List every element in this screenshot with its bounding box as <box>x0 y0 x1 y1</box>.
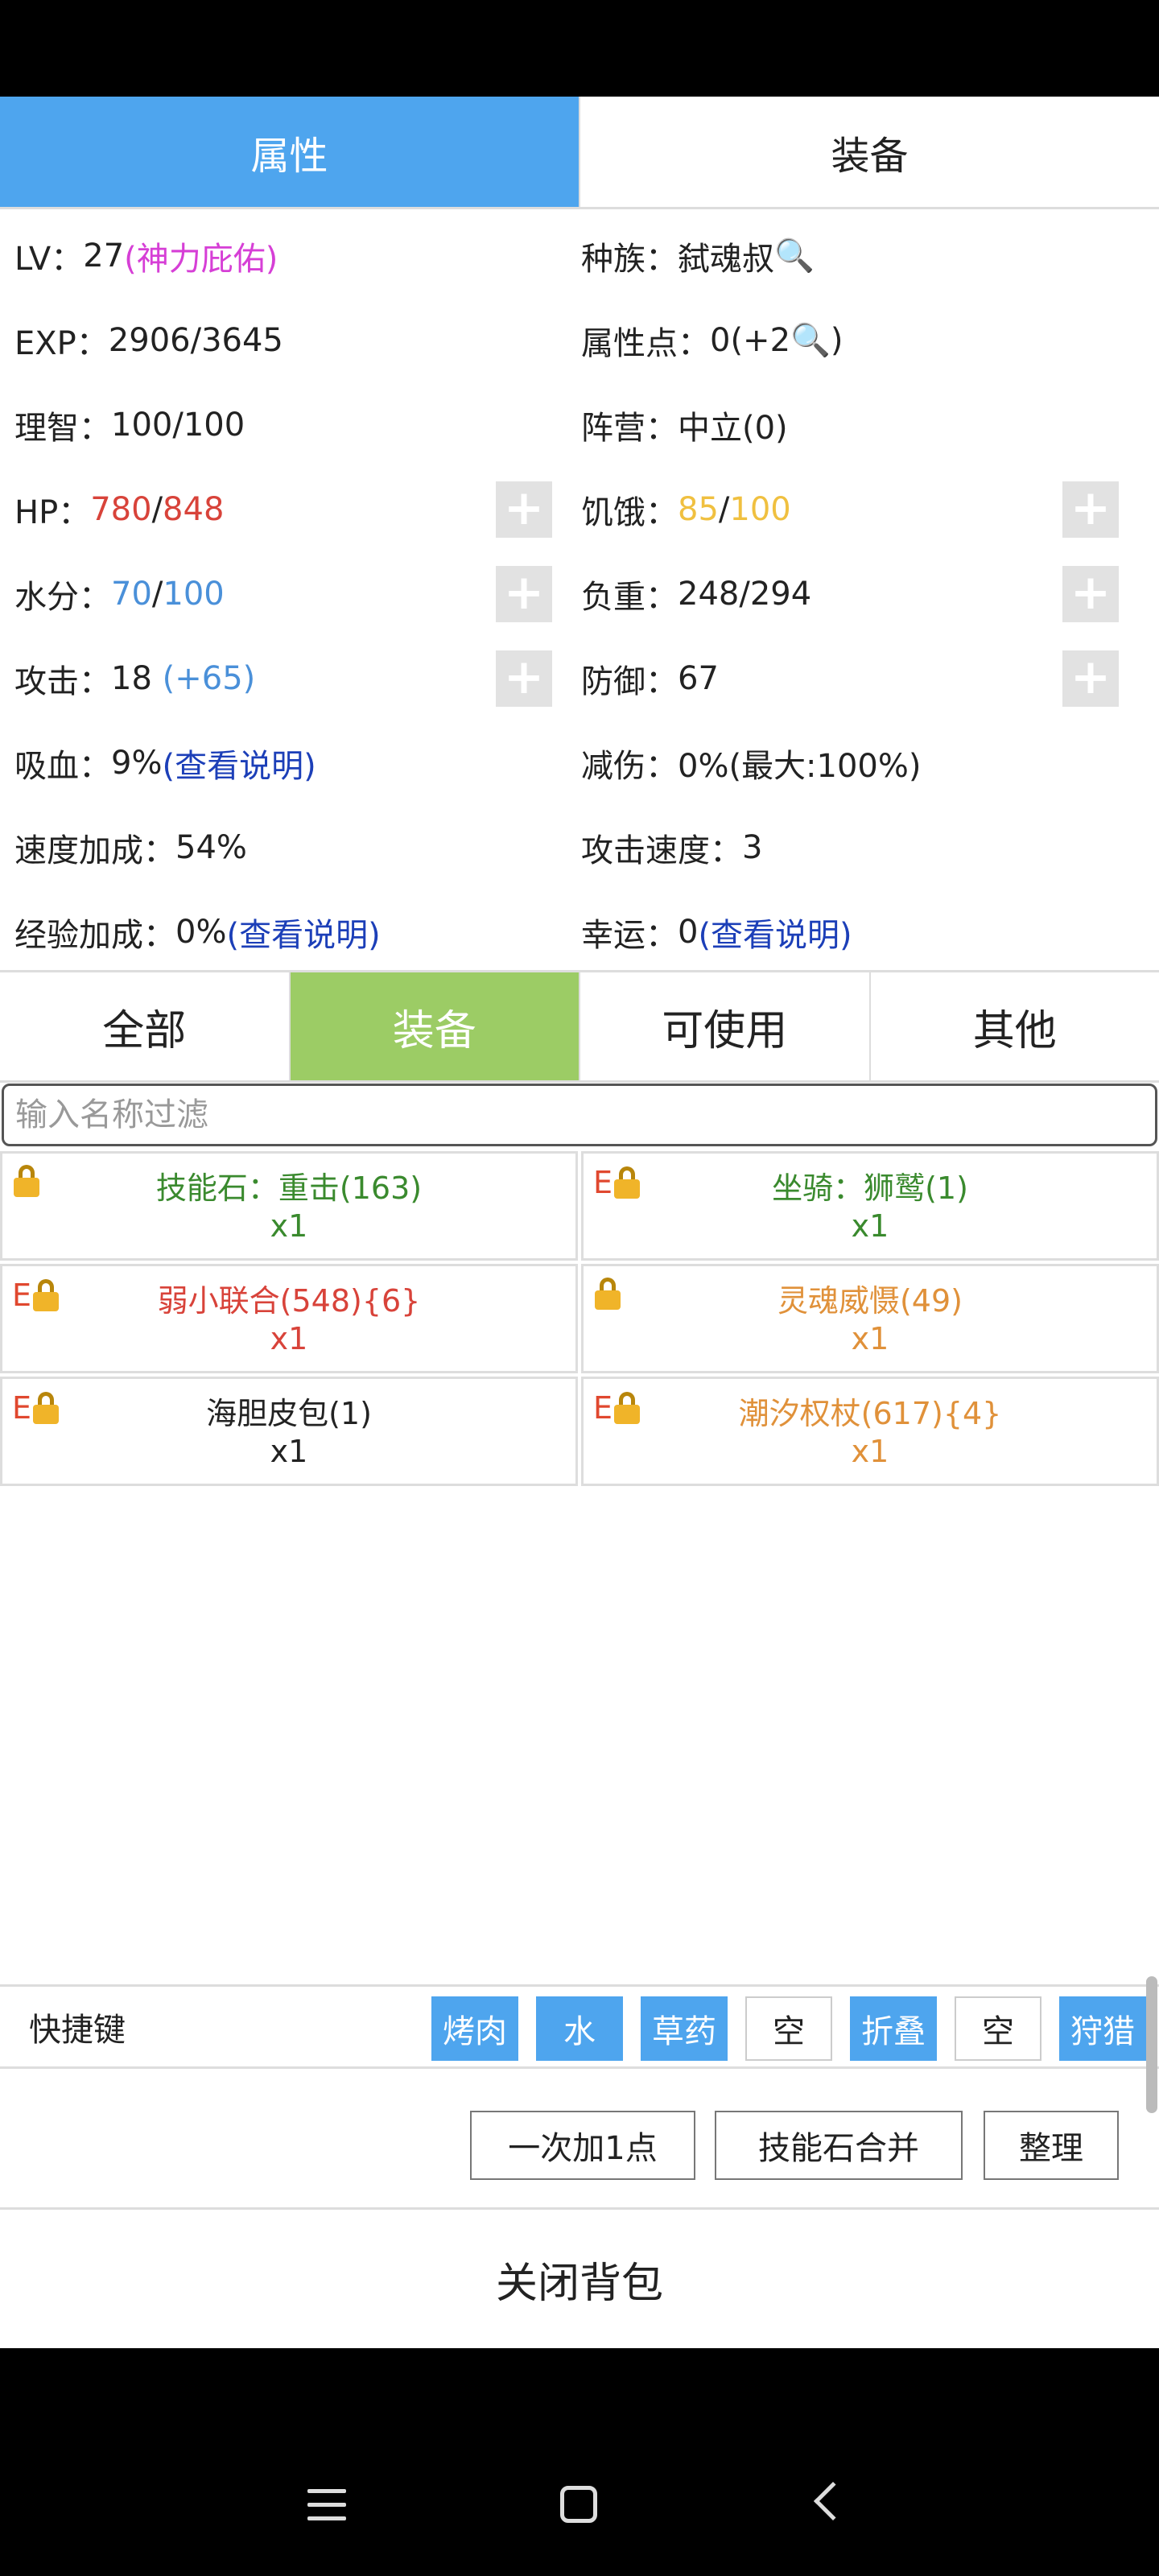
shortcut-key[interactable]: 烤肉 <box>431 1996 518 2061</box>
item-slot[interactable]: E 潮汐权杖(617){4} x1 <box>581 1377 1159 1486</box>
magnifier-icon[interactable]: 🔍 <box>790 321 831 359</box>
scrollbar[interactable] <box>1146 1976 1157 2113</box>
item-slot[interactable]: E 坐骑：狮鹫(1) x1 <box>581 1151 1159 1261</box>
item-slot[interactable]: 灵魂威慑(49) x1 <box>581 1264 1159 1373</box>
shortcut-bar: 快捷键 烤肉 水 草药 空 折叠 空 狩猎 <box>0 1984 1159 2069</box>
top-tabs: 属性 装备 <box>0 97 1159 209</box>
item-name: 弱小联合(548){6} <box>157 1283 421 1319</box>
shortcut-key[interactable]: 折叠 <box>850 1996 937 2061</box>
stat-damage-reduction: 减伤： 0%(最大:100%) <box>581 747 922 785</box>
water-plus-button[interactable]: + <box>496 566 552 622</box>
stat-exp-bonus: 经验加成： 0% (查看说明) <box>14 890 562 974</box>
home-icon[interactable] <box>560 2486 597 2523</box>
item-quantity: x1 <box>270 1208 308 1244</box>
shortcut-key[interactable]: 空 <box>955 1996 1041 2061</box>
stat-attack-speed: 攻击速度： 3 <box>581 828 763 869</box>
item-name: 海胆皮包(1) <box>206 1396 372 1431</box>
stat-race: 种族： 弑魂叔 🔍 <box>581 237 815 278</box>
action-bar: 一次加1点 技能石合并 整理 <box>0 2069 1159 2210</box>
item-quantity: x1 <box>851 1321 889 1356</box>
system-nav-bar <box>0 2439 1159 2576</box>
attack-plus-button[interactable]: + <box>496 650 552 707</box>
shortcut-key[interactable]: 水 <box>536 1996 623 2061</box>
stat-luck: 幸运： 0 (查看说明) <box>581 890 1145 974</box>
stats-panel: LV： 27 (神力庇佑) 种族： 弑魂叔 🔍 EXP： 2906/3645 属性点： 0… <box>0 213 1159 974</box>
load-plus-button[interactable]: + <box>1062 566 1119 622</box>
stat-exp: EXP： 2906/3645 <box>14 321 283 362</box>
item-slot[interactable]: E 弱小联合(548){6} x1 <box>0 1264 578 1373</box>
back-icon[interactable] <box>813 2481 853 2521</box>
item-name: 坐骑：狮鹫(1) <box>772 1170 968 1206</box>
item-quantity: x1 <box>851 1208 889 1244</box>
item-quantity: x1 <box>270 1434 308 1469</box>
stat-speed-bonus: 速度加成： 54% <box>14 828 247 869</box>
tab-all[interactable]: 全部 <box>0 972 289 1080</box>
exp-bonus-info-link[interactable]: (查看说明) <box>226 909 380 956</box>
item-name: 技能石：重击(163) <box>155 1170 423 1206</box>
category-tabs: 全部 装备 可使用 其他 <box>0 970 1159 1083</box>
stat-hp: HP： 780/848 <box>14 490 225 531</box>
shortcut-key[interactable]: 空 <box>745 1996 832 2061</box>
stat-level: LV： 27 (神力庇佑) <box>14 237 278 278</box>
stat-load: 负重： 248/294 <box>581 575 812 616</box>
item-name: 潮汐权杖(617){4} <box>738 1396 1002 1431</box>
merge-skill-stones-button[interactable]: 技能石合并 <box>715 2111 963 2180</box>
sort-button[interactable]: 整理 <box>984 2111 1119 2180</box>
item-slot[interactable]: E 海胆皮包(1) x1 <box>0 1377 578 1486</box>
item-slot[interactable]: 技能石：重击(163) x1 <box>0 1151 578 1261</box>
magnifier-icon[interactable]: 🔍 <box>774 237 815 275</box>
defense-plus-button[interactable]: + <box>1062 650 1119 707</box>
stat-camp: 阵营： 中立(0) <box>581 409 788 447</box>
tab-attributes[interactable]: 属性 <box>0 97 579 207</box>
menu-icon[interactable] <box>307 2489 346 2521</box>
stat-lifesteal: 吸血： 9% (查看说明) <box>14 720 562 805</box>
stat-sanity: 理智： 100/100 <box>14 406 245 447</box>
shortcut-label: 快捷键 <box>29 2012 126 2049</box>
tab-equipment[interactable]: 装备 <box>579 97 1159 207</box>
stat-attack: 攻击： 18 (+65) <box>14 659 256 700</box>
hunger-plus-button[interactable]: + <box>1062 481 1119 538</box>
add-one-point-button[interactable]: 一次加1点 <box>470 2111 695 2180</box>
stat-points: 属性点： 0(+2 🔍) <box>581 321 843 362</box>
item-quantity: x1 <box>851 1434 889 1469</box>
stat-defense: 防御： 67 <box>581 659 719 700</box>
stat-hunger: 饥饿： 85/100 <box>581 490 791 531</box>
shortcut-key[interactable]: 狩猎 <box>1059 1996 1146 2061</box>
luck-info-link[interactable]: (查看说明) <box>698 909 852 956</box>
tab-other[interactable]: 其他 <box>868 972 1159 1080</box>
tab-equip[interactable]: 装备 <box>288 972 579 1080</box>
tab-usable[interactable]: 可使用 <box>579 972 869 1080</box>
close-backpack-button[interactable]: 关闭背包 <box>0 2210 1159 2348</box>
shortcut-key[interactable]: 草药 <box>641 1996 728 2061</box>
name-filter-input[interactable] <box>2 1084 1157 1146</box>
lifesteal-info-link[interactable]: (查看说明) <box>162 740 316 786</box>
backpack-panel: 属性 装备 LV： 27 (神力庇佑) 种族： 弑魂叔 🔍 EXP： 2906/3645… <box>0 97 1159 2348</box>
item-name: 灵魂威慑(49) <box>777 1283 963 1319</box>
hp-plus-button[interactable]: + <box>496 481 552 538</box>
stat-water: 水分： 70/100 <box>14 575 225 616</box>
item-quantity: x1 <box>270 1321 308 1356</box>
